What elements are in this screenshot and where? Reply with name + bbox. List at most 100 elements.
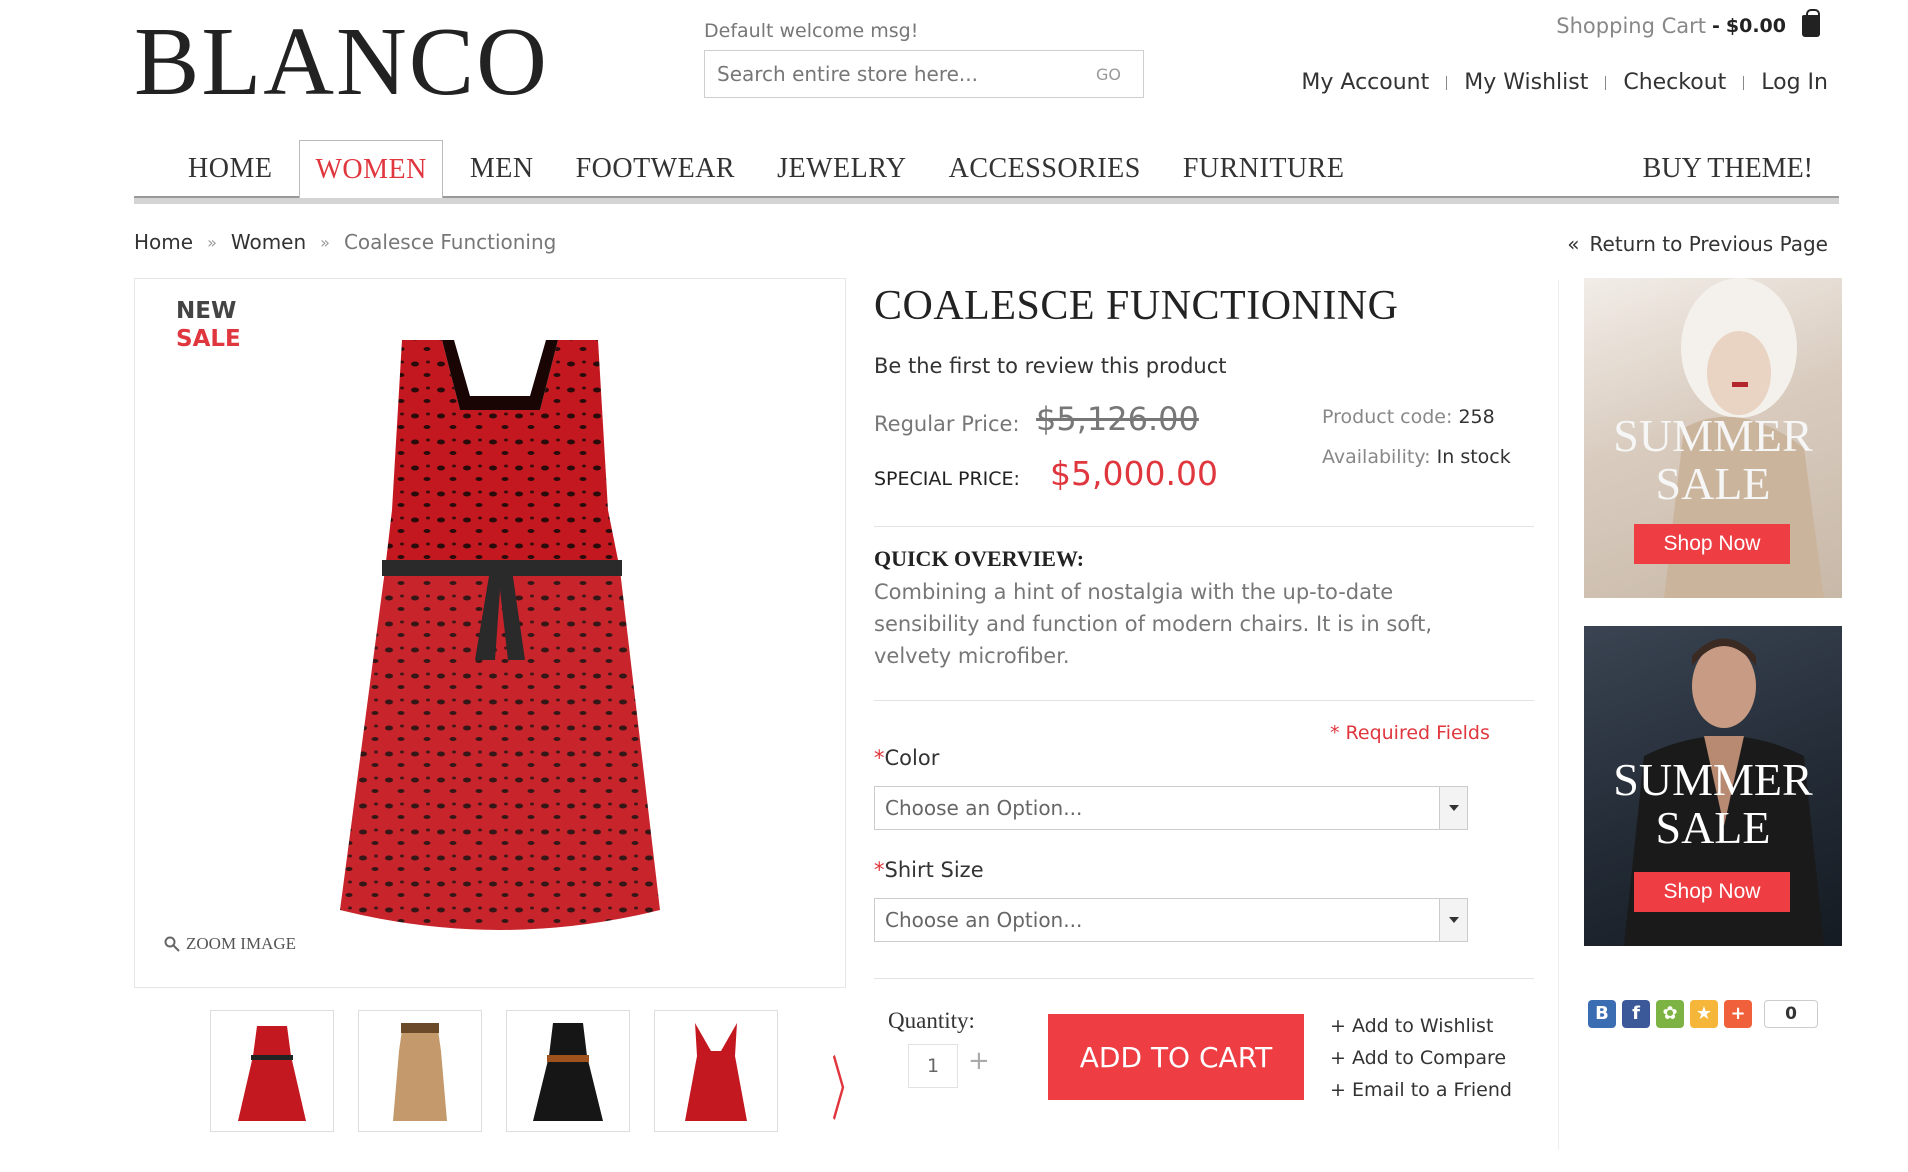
checkout-link[interactable]: Checkout (1623, 70, 1726, 95)
review-link[interactable]: Be the first to review this product (874, 354, 1227, 378)
banner-title: SUMMER SALE (1584, 412, 1842, 508)
thumbnail-1[interactable] (210, 1010, 334, 1132)
overview-title: QUICK OVERVIEW: (874, 546, 1085, 571)
product-title: COALESCE FUNCTIONING (874, 283, 1399, 329)
add-to-wishlist-link[interactable]: + Add to Wishlist (1330, 1010, 1512, 1042)
dropdown-arrow-icon (1439, 899, 1467, 941)
main-nav: HOME WOMEN MEN FOOTWEAR JEWELRY ACCESSOR… (134, 140, 1839, 204)
quantity-plus-icon[interactable]: + (968, 1046, 990, 1076)
search-go-button[interactable]: GO (1096, 65, 1121, 84)
required-fields-note: * Required Fields (1330, 722, 1490, 744)
nav-women[interactable]: WOMEN (299, 140, 443, 198)
product-code-label: Product code: (1322, 406, 1453, 428)
vk-icon[interactable]: B (1588, 1000, 1616, 1028)
breadcrumb-current: Coalesce Functioning (343, 230, 557, 254)
nav-accessories[interactable]: ACCESSORIES (928, 140, 1162, 198)
add-more-icon[interactable]: + (1724, 1000, 1752, 1028)
thumbnail-2[interactable] (358, 1010, 482, 1132)
login-link[interactable]: Log In (1761, 70, 1828, 95)
size-label: *Shirt Size (874, 858, 984, 882)
divider (874, 526, 1534, 527)
email-friend-link[interactable]: + Email to a Friend (1330, 1074, 1512, 1106)
nav-men[interactable]: MEN (449, 140, 555, 198)
welcome-message: Default welcome msg! (704, 20, 919, 42)
favorite-star-icon[interactable]: ★ (1690, 1000, 1718, 1028)
color-select[interactable]: Choose an Option... (874, 786, 1468, 830)
my-wishlist-link[interactable]: My Wishlist (1464, 70, 1588, 95)
thumbnail-dress-tan (393, 1023, 447, 1121)
product-code-value: 258 (1458, 406, 1495, 428)
special-price: $5,000.00 (1050, 454, 1218, 493)
nav-buy-theme[interactable]: BUY THEME! (1643, 140, 1813, 198)
add-to-compare-link[interactable]: + Add to Compare (1330, 1042, 1512, 1074)
badge-sale: SALE (176, 326, 241, 352)
nav-footwear[interactable]: FOOTWEAR (555, 140, 757, 198)
required-star: * (874, 746, 885, 770)
banner-title-line2: SALE (1655, 802, 1771, 853)
zoom-image-link[interactable]: ZOOM IMAGE (164, 934, 296, 954)
breadcrumb-separator: » (320, 232, 330, 252)
banner-title: SUMMER SALE (1584, 756, 1842, 852)
thumbnail-3[interactable] (506, 1010, 630, 1132)
link-divider (1446, 75, 1448, 90)
share-network-icon[interactable]: ✿ (1656, 1000, 1684, 1028)
regular-price-label: Regular Price: (874, 412, 1020, 436)
breadcrumb-women[interactable]: Women (231, 230, 306, 254)
search-box: GO (704, 50, 1144, 98)
site-logo[interactable]: BLANCO (134, 6, 549, 118)
product-image-dress (340, 340, 660, 930)
magnifier-icon (164, 936, 180, 952)
size-select[interactable]: Choose an Option... (874, 898, 1468, 942)
divider (874, 700, 1534, 701)
share-count: 0 (1764, 1000, 1818, 1028)
thumbnail-dress-red-leopard (238, 1026, 306, 1121)
column-divider (1558, 280, 1559, 1150)
banner-summer-sale-women[interactable]: SUMMER SALE Shop Now (1584, 278, 1842, 598)
shop-now-button[interactable]: Shop Now (1634, 524, 1790, 564)
availability-label: Availability: (1322, 446, 1431, 468)
facebook-icon[interactable]: f (1622, 1000, 1650, 1028)
breadcrumb: Home » Women » Coalesce Functioning (134, 230, 556, 254)
breadcrumb-separator: » (207, 232, 217, 252)
zoom-label: ZOOM IMAGE (186, 934, 297, 953)
quantity-input[interactable] (908, 1044, 958, 1088)
thumbnail-4[interactable] (654, 1010, 778, 1132)
search-input[interactable] (705, 51, 1085, 97)
quantity-label: Quantity: (888, 1008, 975, 1033)
shopping-cart[interactable]: Shopping Cart - $0.00 (1556, 9, 1820, 38)
breadcrumb-home[interactable]: Home (134, 230, 193, 254)
nav-furniture[interactable]: FURNITURE (1162, 140, 1366, 198)
thumbnail-dress-red (685, 1023, 747, 1121)
link-divider (1743, 75, 1745, 90)
banner-title-line1: SUMMER (1613, 410, 1813, 461)
badge-new: NEW (176, 298, 237, 324)
required-star: * (874, 858, 885, 882)
size-label-text: Shirt Size (884, 858, 984, 882)
top-links: My Account My Wishlist Checkout Log In (1301, 70, 1828, 95)
banner-title-line1: SUMMER (1613, 754, 1813, 805)
cart-label: Shopping Cart (1556, 14, 1706, 38)
nav-home[interactable]: HOME (134, 140, 293, 198)
banner-title-line2: SALE (1655, 458, 1771, 509)
thumbnail-dress-black (533, 1023, 603, 1121)
divider (874, 978, 1534, 979)
cart-total: $0.00 (1725, 15, 1786, 37)
add-to-cart-button[interactable]: ADD TO CART (1048, 1014, 1304, 1100)
thumbnail-next-chevron-icon[interactable]: 〉 (831, 1034, 863, 1135)
special-price-label: SPECIAL PRICE: (874, 468, 1020, 490)
nav-jewelry[interactable]: JEWELRY (756, 140, 928, 198)
dropdown-arrow-icon (1439, 787, 1467, 829)
color-label-text: Color (884, 746, 940, 770)
size-select-value: Choose an Option... (885, 908, 1083, 932)
shop-now-button[interactable]: Shop Now (1634, 872, 1790, 912)
link-divider (1605, 75, 1607, 90)
banner-summer-sale-men[interactable]: SUMMER SALE Shop Now (1584, 626, 1842, 946)
product-code: Product code: 258 (1322, 406, 1495, 428)
social-share-bar: B f ✿ ★ + 0 (1588, 1000, 1818, 1028)
availability-value: In stock (1436, 446, 1511, 468)
my-account-link[interactable]: My Account (1301, 70, 1429, 95)
color-label: *Color (874, 746, 939, 770)
return-previous-link[interactable]: « Return to Previous Page (1567, 232, 1828, 256)
return-label: Return to Previous Page (1589, 232, 1828, 256)
double-chevron-left-icon: « (1567, 232, 1580, 256)
